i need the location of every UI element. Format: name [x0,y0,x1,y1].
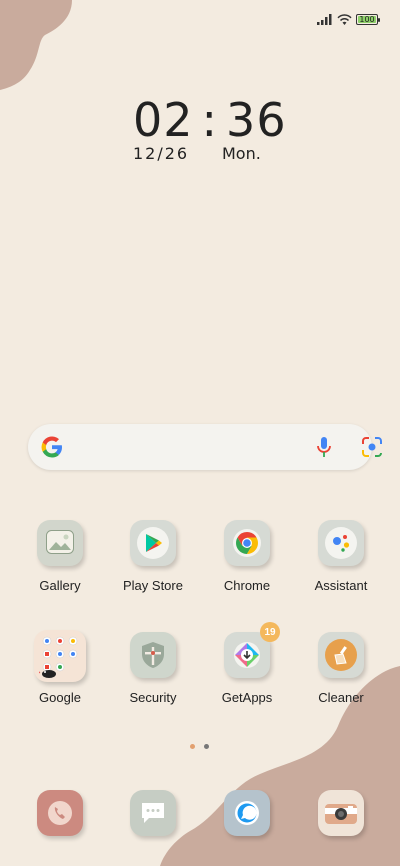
app-label: GetApps [221,690,273,705]
clock-separator: : [201,93,219,147]
messages-icon[interactable] [130,790,176,836]
app-label: Assistant [314,578,368,593]
browser-icon[interactable] [224,790,270,836]
wifi-icon [337,14,352,25]
app-label: Security [129,690,177,705]
app-security[interactable]: Security [113,632,193,705]
clock-day: Mon. [222,144,261,163]
app-label: Gallery [39,578,81,593]
notification-badge: 19 [260,622,280,642]
microphone-icon[interactable] [315,436,333,458]
play-store-icon [130,520,176,566]
phone-icon[interactable] [37,790,83,836]
google-lens-icon[interactable] [361,436,383,458]
camera-icon[interactable] [318,790,364,836]
page-indicator [190,744,209,749]
gallery-icon [37,520,83,566]
assistant-icon [318,520,364,566]
app-chrome[interactable]: Chrome [207,520,287,593]
clock-date: 12/26 [133,144,190,163]
cleaner-icon [318,632,364,678]
clock-minutes: 36 [226,93,287,147]
getapps-icon: 19 [224,622,280,678]
app-gallery[interactable]: Gallery [20,520,100,593]
google-search-bar[interactable] [28,424,382,470]
google-g-icon [41,436,62,458]
app-folder-google[interactable]: Google [20,630,100,705]
app-assistant[interactable]: Assistant [301,520,381,593]
app-play-store[interactable]: Play Store [113,520,193,593]
app-cleaner[interactable]: Cleaner [301,632,381,705]
status-bar: 100 [317,14,380,25]
page-dot-active [190,744,195,749]
clock-hours: 02 [133,93,194,147]
app-label: Google [39,690,81,705]
clock-time[interactable]: 02:36 [133,93,287,147]
wallpaper-blob-top-left [0,0,72,90]
app-label: Cleaner [318,690,364,705]
signal-bars-icon [317,14,332,25]
battery-indicator: 100 [356,14,380,25]
app-label: Play Store [123,578,183,593]
app-label: Chrome [223,578,271,593]
chrome-icon [224,520,270,566]
security-icon [130,632,176,678]
page-dot [204,744,209,749]
battery-level: 100 [359,15,375,24]
google-folder-icon [34,630,86,682]
app-getapps[interactable]: 19 GetApps [207,622,287,705]
